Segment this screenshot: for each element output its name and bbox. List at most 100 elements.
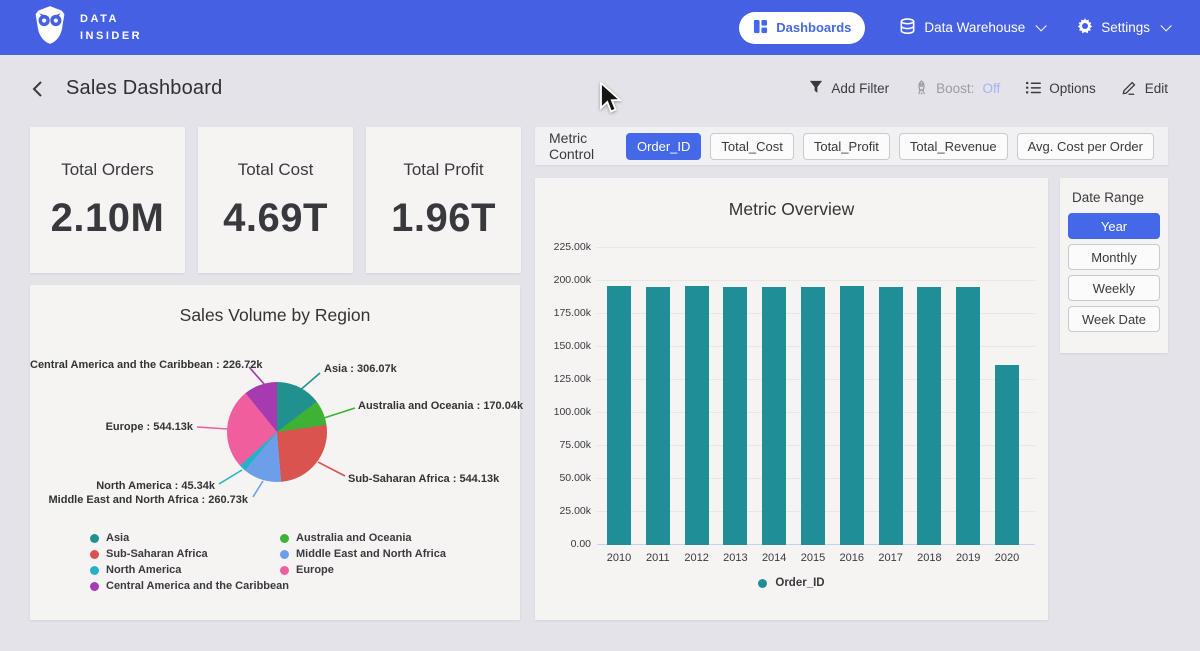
- gridline: [597, 280, 1035, 281]
- boost-state: Off: [982, 81, 1000, 96]
- pie-legend-item: Europe: [280, 564, 334, 576]
- date-range-option-week-date[interactable]: Week Date: [1068, 306, 1160, 332]
- pie-slice-label: Asia : 306.07k: [324, 363, 397, 375]
- kpi-card: Total Cost 4.69T: [198, 127, 353, 273]
- bar-chart-legend: Order_ID: [535, 577, 1048, 589]
- metric-option-order-id[interactable]: Order_ID: [626, 133, 701, 160]
- boost-toggle[interactable]: Boost: Off: [915, 80, 1000, 98]
- bar-2010[interactable]: [607, 286, 631, 545]
- x-axis-tick: 2012: [675, 552, 719, 564]
- x-axis-tick: 2016: [830, 552, 874, 564]
- list-options-icon: [1026, 81, 1041, 97]
- legend-label: Order_ID: [775, 577, 824, 589]
- legend-dot-icon: [280, 534, 289, 543]
- legend-dot-icon: [758, 579, 767, 588]
- metric-control-bar: Metric Control Order_IDTotal_CostTotal_P…: [535, 127, 1168, 165]
- metric-option-total-profit[interactable]: Total_Profit: [803, 133, 890, 160]
- x-axis-tick: 2010: [597, 552, 641, 564]
- edit-button[interactable]: Edit: [1122, 80, 1168, 98]
- metric-option-avg-cost-per-order[interactable]: Avg. Cost per Order: [1017, 133, 1154, 160]
- kpi-card: Total Profit 1.96T: [366, 127, 521, 273]
- bar-2017[interactable]: [879, 287, 903, 545]
- pie-chart-title: Sales Volume by Region: [30, 305, 520, 326]
- y-axis-tick: 225.00k: [537, 241, 591, 253]
- kpi-value: 2.10M: [51, 196, 165, 241]
- date-range-option-monthly[interactable]: Monthly: [1068, 244, 1160, 270]
- x-axis-tick: 2014: [752, 552, 796, 564]
- y-axis-tick: 150.00k: [537, 340, 591, 352]
- date-range-label: Date Range: [1072, 190, 1160, 205]
- bar-2013[interactable]: [723, 287, 747, 545]
- gear-icon: [1077, 18, 1093, 37]
- x-axis-tick: 2013: [713, 552, 757, 564]
- nav-data-warehouse-menu[interactable]: Data Warehouse: [899, 18, 1043, 38]
- bar-2012[interactable]: [685, 286, 709, 545]
- kpi-label: Total Profit: [403, 160, 483, 180]
- legend-dot-icon: [90, 566, 99, 575]
- kpi-value: 4.69T: [223, 196, 328, 241]
- y-axis-tick: 175.00k: [537, 307, 591, 319]
- kpi-card: Total Orders 2.10M: [30, 127, 185, 273]
- pencil-icon: [1122, 80, 1137, 98]
- legend-dot-icon: [90, 534, 99, 543]
- pie-legend-item: Australia and Oceania: [280, 532, 412, 544]
- pie-slice-label: Europe : 544.13k: [30, 421, 193, 433]
- x-axis-tick: 2020: [985, 552, 1029, 564]
- chevron-down-icon: [1036, 20, 1047, 31]
- pie-legend-item: Central America and the Caribbean: [90, 580, 289, 592]
- metric-overview-bar-card: Metric Overview 0.0025.00k50.00k75.00k10…: [535, 178, 1048, 620]
- top-navbar: DATA INSIDER Dashboards Da: [0, 0, 1200, 55]
- bar-2020[interactable]: [995, 365, 1019, 545]
- pie-chart[interactable]: [227, 382, 327, 482]
- options-button[interactable]: Options: [1026, 81, 1096, 97]
- legend-dot-icon: [280, 566, 289, 575]
- x-axis-tick: 2019: [946, 552, 990, 564]
- gridline: [597, 247, 1035, 248]
- sales-volume-pie-card: Sales Volume by Region Asia : 306.07k Aus…: [30, 285, 520, 620]
- x-axis-tick: 2018: [907, 552, 951, 564]
- legend-dot-icon: [90, 582, 99, 591]
- dashboard-header: Sales Dashboard Add Filter Boost: Off: [0, 55, 1200, 122]
- bar-2014[interactable]: [762, 287, 786, 545]
- pie-slice-label: Central America and the Caribbean : 226.…: [30, 359, 240, 371]
- nav-dashboards-button[interactable]: Dashboards: [739, 12, 865, 44]
- pie-slice-label: Middle East and North Africa : 260.73k: [30, 494, 248, 506]
- bar-2019[interactable]: [956, 287, 980, 545]
- y-axis-tick: 125.00k: [537, 373, 591, 385]
- y-axis-tick: 100.00k: [537, 406, 591, 418]
- pie-legend-item: North America: [90, 564, 181, 576]
- y-axis-tick: 25.00k: [537, 505, 591, 517]
- bar-2011[interactable]: [646, 287, 670, 545]
- nav-settings-menu[interactable]: Settings: [1077, 18, 1168, 37]
- y-axis-tick: 50.00k: [537, 472, 591, 484]
- y-axis-tick: 200.00k: [537, 274, 591, 286]
- back-button[interactable]: [32, 80, 44, 98]
- pie-legend-item: Sub-Saharan Africa: [90, 548, 208, 560]
- x-axis-tick: 2017: [869, 552, 913, 564]
- bar-chart-plot-area: 0.0025.00k50.00k75.00k100.00k125.00k150.…: [597, 233, 1035, 545]
- date-range-option-weekly[interactable]: Weekly: [1068, 275, 1160, 301]
- rocket-icon: [915, 80, 928, 98]
- page-title: Sales Dashboard: [66, 77, 222, 100]
- kpi-label: Total Cost: [238, 160, 314, 180]
- database-icon: [899, 18, 916, 38]
- bar-2016[interactable]: [840, 286, 864, 545]
- legend-dot-icon: [90, 550, 99, 559]
- owl-logo-icon: [32, 5, 68, 50]
- y-axis-tick: 0.00: [537, 538, 591, 550]
- chevron-down-icon: [1160, 20, 1171, 31]
- metric-option-total-revenue[interactable]: Total_Revenue: [899, 133, 1008, 160]
- kpi-label: Total Orders: [61, 160, 154, 180]
- kpi-value: 1.96T: [391, 196, 496, 241]
- pie-slice-label: North America : 45.34k: [30, 480, 215, 492]
- add-filter-button[interactable]: Add Filter: [809, 80, 889, 97]
- x-axis-tick: 2015: [791, 552, 835, 564]
- pie-legend-item: Middle East and North Africa: [280, 548, 446, 560]
- dashboard-grid-icon: [753, 19, 768, 37]
- bar-2015[interactable]: [801, 287, 825, 545]
- legend-dot-icon: [280, 550, 289, 559]
- filter-funnel-icon: [809, 80, 823, 97]
- metric-option-total-cost[interactable]: Total_Cost: [710, 133, 793, 160]
- date-range-option-year[interactable]: Year: [1068, 213, 1160, 239]
- bar-2018[interactable]: [917, 287, 941, 545]
